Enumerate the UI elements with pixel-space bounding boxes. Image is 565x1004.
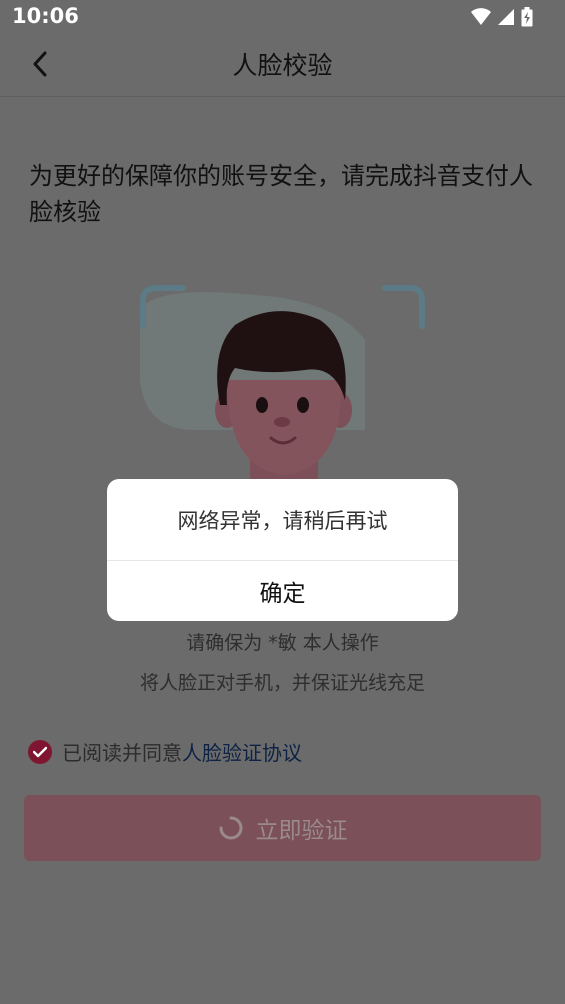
verify-button[interactable]: 立即验证 — [24, 795, 541, 861]
status-bar: 10:06 — [0, 0, 565, 34]
wifi-icon — [471, 8, 491, 25]
status-time: 10:06 — [12, 4, 79, 28]
agreement-row: 已阅读并同意 人脸验证协议 — [28, 737, 302, 766]
battery-icon — [521, 7, 533, 27]
hint-lighting: 将人脸正对手机，并保证光线充足 — [139, 672, 425, 694]
loading-spinner-icon — [219, 816, 242, 840]
instruction-text: 为更好的保障你的账号安全，请完成抖音支付人脸核验 — [29, 162, 533, 226]
error-dialog: 网络异常，请稍后再试 确定 — [107, 479, 458, 621]
dialog-confirm-button[interactable]: 确定 — [107, 561, 458, 621]
agreement-prefix: 已阅读并同意 — [62, 741, 182, 765]
header: 人脸校验 — [0, 34, 565, 97]
dialog-message: 网络异常，请稍后再试 — [107, 479, 458, 561]
checkmark-icon[interactable] — [28, 739, 52, 764]
face-illustration — [140, 285, 425, 500]
agreement-link[interactable]: 人脸验证协议 — [182, 737, 302, 766]
verify-button-label: 立即验证 — [255, 818, 348, 844]
hint-identity: 请确保为 *敏 本人操作 — [186, 632, 379, 654]
status-icons — [471, 7, 533, 27]
page-title: 人脸校验 — [232, 51, 333, 80]
signal-icon — [498, 9, 514, 25]
